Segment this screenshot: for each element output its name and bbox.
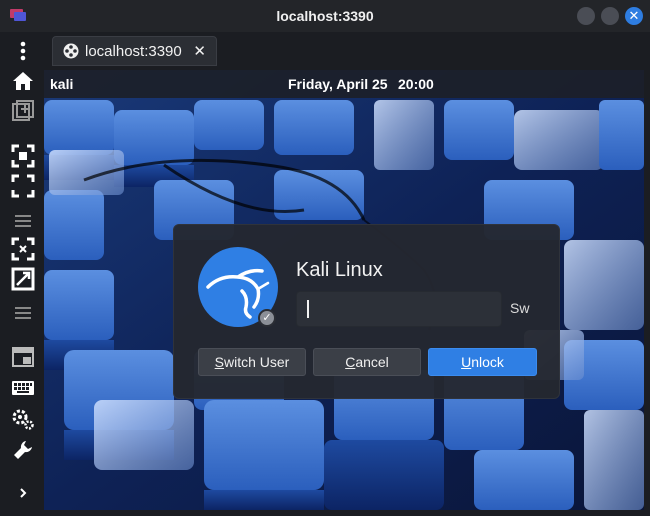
window-titlebar: localhost:3390 ✕ <box>0 0 650 32</box>
unlock-label: nlock <box>471 354 504 370</box>
separator-lines-icon <box>10 300 36 326</box>
unlock-dialog: ✓ Kali Linux Sw Switch User Cancel Unloc… <box>173 224 560 399</box>
window-title: localhost:3390 <box>276 8 374 24</box>
settings-gears-icon[interactable] <box>10 406 36 432</box>
cancel-button[interactable]: Cancel <box>313 348 421 376</box>
switch-label: Sw <box>510 300 530 316</box>
verified-check-icon: ✓ <box>258 309 276 327</box>
wrench-icon[interactable] <box>10 437 36 463</box>
switch-user-mnemonic: S <box>214 354 224 370</box>
home-icon[interactable] <box>10 68 36 94</box>
separator-lines-icon <box>10 208 36 234</box>
password-input[interactable] <box>296 291 502 327</box>
scale-down-icon[interactable] <box>10 236 36 262</box>
display-icon[interactable] <box>10 344 36 370</box>
remote-connection-icon <box>63 43 79 59</box>
keyboard-icon[interactable] <box>10 375 36 401</box>
new-window-icon[interactable] <box>10 98 36 124</box>
cancel-label: ancel <box>355 354 389 370</box>
cancel-mnemonic: C <box>345 354 356 370</box>
fullscreen-icon[interactable] <box>10 173 36 199</box>
tab-label: localhost:3390 <box>85 42 182 60</box>
panel-time: 20:00 <box>398 76 434 92</box>
text-caret <box>307 300 309 318</box>
unlock-mnemonic: U <box>461 354 472 370</box>
remote-panel: kali Friday, April 25 20:00 <box>44 70 644 98</box>
viewer-toolbar <box>0 32 44 516</box>
unlock-button[interactable]: Unlock <box>428 348 537 376</box>
panel-date: Friday, April 25 <box>288 76 388 92</box>
fit-screen-icon[interactable] <box>10 143 36 169</box>
lock-username: Kali Linux <box>296 259 383 281</box>
maximize-button[interactable] <box>601 7 619 25</box>
switch-user-label: witch User <box>223 354 290 370</box>
minimize-button[interactable] <box>577 7 595 25</box>
close-window-button[interactable]: ✕ <box>625 7 643 25</box>
panel-username: kali <box>50 76 74 92</box>
kebab-menu-icon[interactable] <box>10 38 36 64</box>
remote-desktop-view[interactable]: kali Friday, April 25 20:00 ✓ Kali Linux… <box>44 70 644 510</box>
tab-bar: localhost:3390 ✕ <box>44 32 650 70</box>
switch-user-button[interactable]: Switch User <box>198 348 306 376</box>
tab-localhost[interactable]: localhost:3390 ✕ <box>52 36 217 66</box>
scale-up-icon[interactable] <box>10 266 36 292</box>
expand-arrow-icon[interactable] <box>10 480 36 506</box>
close-tab-icon[interactable]: ✕ <box>193 42 206 60</box>
